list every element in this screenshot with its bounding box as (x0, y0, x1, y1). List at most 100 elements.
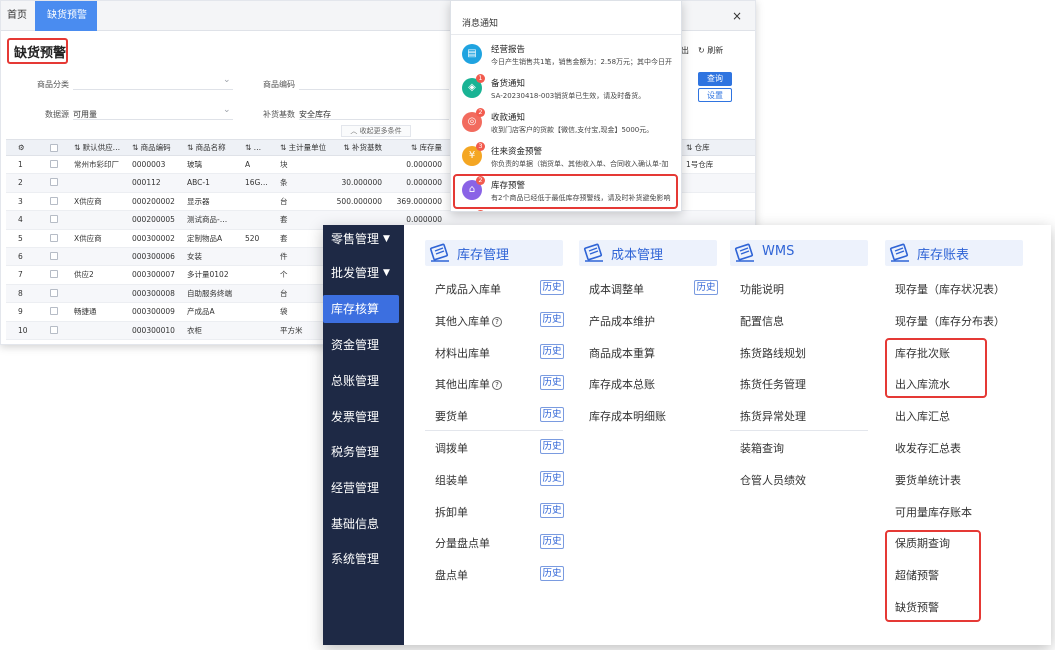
chevron-down-icon[interactable]: ⌄ (223, 75, 231, 85)
history-button[interactable]: 历史 (694, 280, 718, 295)
menu-item[interactable]: 拣货异常处理 (740, 408, 806, 424)
menu-item[interactable]: 出入库汇总 (895, 408, 950, 424)
cell-stock: 369.000000 (396, 196, 442, 206)
query-button[interactable]: 查询 (698, 72, 732, 86)
close-window-icon[interactable]: × (732, 1, 742, 31)
menu-item[interactable]: 产品成本维护 (589, 313, 655, 329)
menu-item[interactable]: 库存成本总账 (589, 376, 655, 392)
row-checkbox[interactable] (50, 307, 58, 316)
cell-unit: 平方米 (280, 325, 303, 335)
sidebar-item[interactable]: 税务管理 (323, 438, 404, 466)
history-button[interactable]: 历史 (540, 566, 564, 582)
notification-desc: 今日产生销售共1笔，销售金额为：2.58万元；其中今日开 (491, 58, 673, 66)
restock-select[interactable] (299, 119, 449, 120)
menu-item[interactable]: 配置信息 (740, 313, 784, 329)
row-checkbox[interactable] (50, 215, 58, 224)
menu-item[interactable]: 装箱查询 (740, 440, 784, 456)
sidebar-item[interactable]: 系统管理 (323, 545, 404, 573)
row-checkbox[interactable] (50, 251, 58, 260)
menu-item[interactable]: 拆卸单 (435, 504, 468, 520)
menu-item[interactable]: 可用量库存账本 (895, 504, 972, 520)
row-checkbox[interactable] (50, 270, 58, 279)
sidebar-item[interactable]: 基础信息 (323, 510, 404, 538)
menu-item[interactable]: 功能说明 (740, 281, 784, 297)
menu-item[interactable]: 分量盘点单 (435, 535, 490, 551)
history-button[interactable]: 历史 (540, 311, 564, 327)
sidebar-item[interactable]: 发票管理 (323, 403, 404, 431)
row-checkbox[interactable] (50, 196, 58, 205)
menu-item-label: 收发存汇总表 (895, 442, 961, 455)
export-button[interactable]: 出 (681, 45, 689, 56)
notification-item[interactable]: ¥3 往来资金预警 你负责的单据（销货单、其他收入单、合同收入确认单-加 (451, 141, 681, 175)
history-button[interactable]: 历史 (540, 375, 564, 391)
sidebar-item[interactable]: 资金管理 (323, 331, 404, 359)
menu-item[interactable]: 收发存汇总表 (895, 440, 961, 456)
menu-item[interactable]: 产成品入库单 (435, 281, 501, 297)
header-spec[interactable]: ⇅ … (245, 140, 261, 155)
tab-shortage-warning[interactable]: 缺货预警× (35, 1, 97, 51)
history-button[interactable]: 历史 (540, 280, 564, 295)
notification-item[interactable]: ▤ 经营报告 今日产生销售共1笔，销售金额为：2.58万元；其中今日开 (451, 39, 681, 73)
notification-item[interactable]: ◈ 1 备货通知 SA-20230418-003销货单已生效，请及时备货。 (451, 73, 681, 107)
code-input[interactable] (299, 89, 449, 90)
refresh-button[interactable]: ↻ 刷新 (698, 45, 723, 56)
menu-item-label: 产成品入库单 (435, 283, 501, 296)
menu-item[interactable]: 其他入库单? (435, 313, 502, 329)
settings-button[interactable]: 设置 (698, 88, 732, 102)
header-name[interactable]: ⇅ 商品名称 (187, 140, 226, 155)
sidebar-item[interactable]: 总账管理 (323, 367, 404, 395)
menu-item[interactable]: 盘点单 (435, 567, 468, 583)
history-button[interactable]: 历史 (540, 343, 564, 359)
header-code[interactable]: ⇅ 商品编码 (132, 140, 171, 155)
row-checkbox[interactable] (50, 160, 58, 168)
chevron-down-icon[interactable]: ⌄ (223, 105, 231, 115)
history-button[interactable]: 历史 (540, 470, 564, 486)
tab-home[interactable]: 首页 (7, 1, 27, 31)
notification-item[interactable]: ◎ 2 收款通知 收到门店客户的货款【微信,支付宝,现金】5000元。 (451, 107, 681, 141)
history-button[interactable]: 历史 (540, 407, 564, 423)
header-qty[interactable]: ⇅ 补货基数 (324, 140, 382, 155)
row-checkbox[interactable] (50, 178, 58, 187)
history-button[interactable]: 历史 (540, 502, 564, 518)
menu-item[interactable]: 组装单 (435, 472, 468, 488)
header-warehouse[interactable]: ⇅ 仓库 (686, 140, 710, 155)
header-unit[interactable]: ⇅ 主计量单位 (280, 140, 326, 155)
menu-item[interactable]: 现存量（库存状况表） (895, 281, 1005, 297)
history-button[interactable]: 历史 (540, 439, 564, 454)
divider (425, 430, 563, 431)
menu-item[interactable]: 商品成本重算 (589, 345, 655, 361)
menu-item[interactable]: 库存成本明细账 (589, 408, 666, 424)
sidebar-item[interactable]: 零售管理 ▼ (323, 225, 404, 253)
row-checkbox[interactable] (50, 288, 58, 297)
sidebar-item[interactable]: 库存核算 (323, 295, 399, 323)
menu-item[interactable]: 要货单统计表 (895, 472, 961, 488)
menu-item[interactable]: 拣货路线规划 (740, 345, 806, 361)
menu-item[interactable]: 要货单 (435, 408, 468, 424)
header-supplier[interactable]: ⇅ 默认供应… (74, 140, 120, 155)
select-all-checkbox[interactable] (50, 144, 58, 152)
sidebar-item[interactable]: 批发管理 ▼ (323, 259, 404, 287)
column-settings-icon[interactable]: ⚙ (18, 140, 25, 155)
history-button[interactable]: 历史 (540, 534, 564, 550)
source-select[interactable] (73, 119, 233, 120)
notification-item[interactable]: ⇄2购销预警 (451, 209, 681, 211)
menu-item[interactable]: 其他出库单? (435, 376, 502, 392)
menu-item[interactable]: 现存量（库存分布表） (895, 313, 1005, 329)
menu-item-label: 拣货路线规划 (740, 346, 806, 360)
menu-item[interactable]: 材料出库单 (435, 345, 490, 361)
sidebar-item[interactable]: 经营管理 (323, 474, 404, 502)
sidebar-item-label: 批发管理 (331, 266, 380, 280)
row-checkbox[interactable] (50, 325, 58, 334)
menu-item[interactable]: 调拨单 (435, 440, 468, 456)
menu-item[interactable]: 拣货任务管理 (740, 376, 806, 392)
menu-item[interactable]: 成本调整单 (589, 281, 644, 297)
cell-supplier: 畅捷通 (74, 307, 97, 317)
menu-item[interactable]: 仓管人员绩效 (740, 472, 806, 488)
collapse-filters-button[interactable]: ︿ 收起更多条件 (341, 125, 411, 137)
row-checkbox[interactable] (50, 233, 58, 242)
wms-icon (734, 243, 756, 263)
header-stock[interactable]: ⇅ 库存量 (386, 140, 442, 155)
category-select[interactable] (73, 89, 233, 90)
chevron-up-icon: ︿ (350, 127, 360, 135)
cell-unit: 套 (280, 215, 288, 225)
